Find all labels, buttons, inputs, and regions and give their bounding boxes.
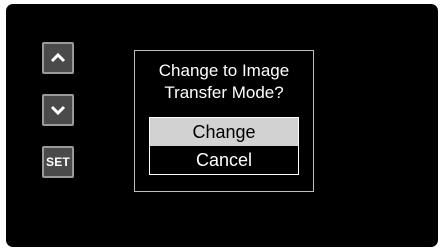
dialog-message-line1: Change to Image [158, 61, 290, 80]
chevron-down-icon [50, 105, 66, 116]
down-button[interactable] [42, 94, 74, 126]
up-button[interactable] [42, 42, 74, 74]
dialog-message-line2: Transfer Mode? [164, 83, 284, 102]
dialog-message: Change to Image Transfer Mode? [135, 60, 313, 104]
transfer-mode-dialog: Change to Image Transfer Mode? Change Ca… [134, 50, 314, 192]
dialog-options: Change Cancel [149, 117, 299, 175]
chevron-up-icon [50, 52, 66, 63]
set-button-label: SET [46, 155, 70, 169]
change-option[interactable]: Change [150, 118, 298, 146]
camera-screen: SET Change to Image Transfer Mode? Chang… [6, 4, 438, 247]
cancel-option[interactable]: Cancel [150, 146, 298, 174]
set-button[interactable]: SET [42, 146, 74, 178]
